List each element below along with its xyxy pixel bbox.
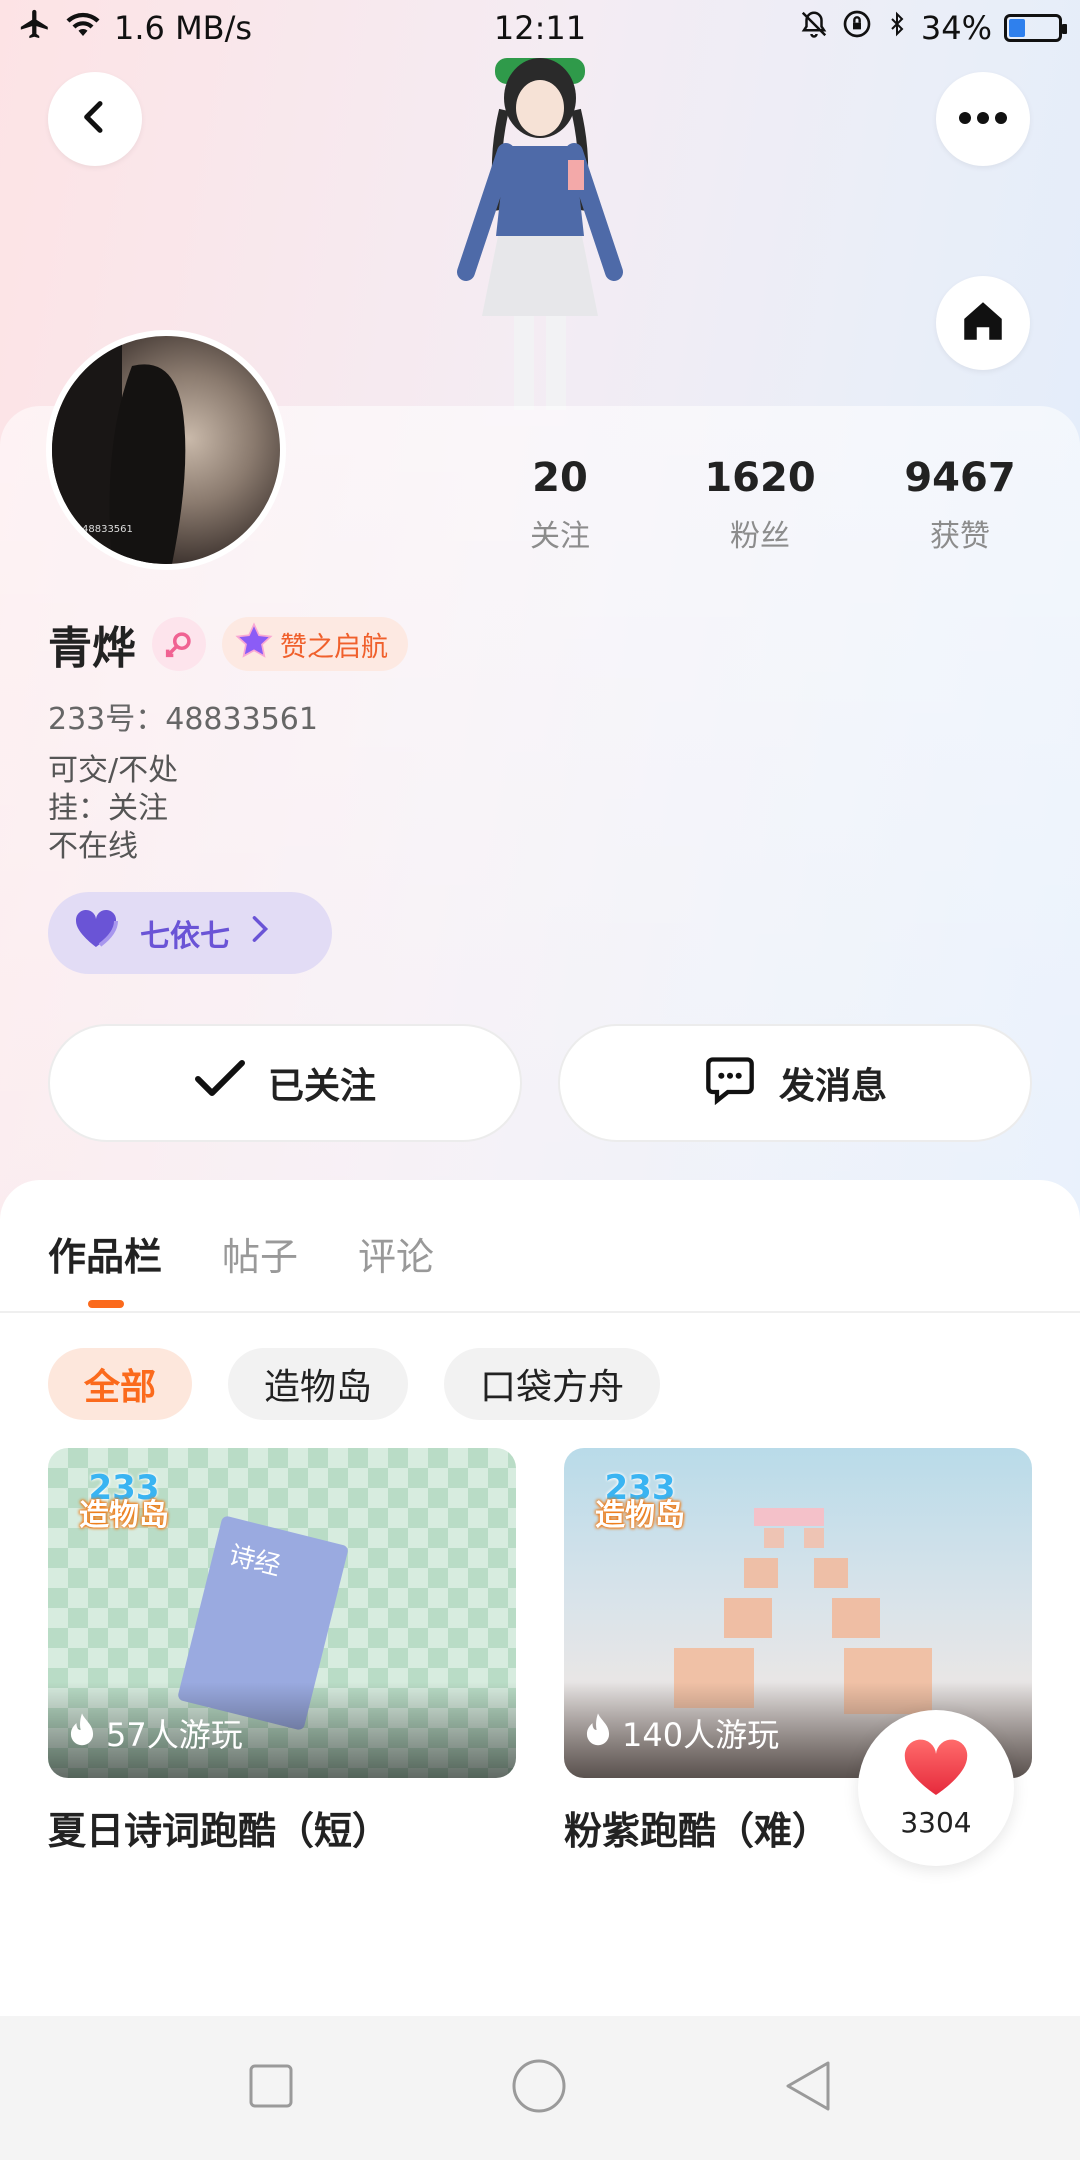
bio-line: 挂：关注 [48,791,168,826]
heart-icon [902,1738,970,1802]
chevron-right-icon [250,915,270,951]
back-button[interactable] [48,72,142,166]
bio: 可交/不处 挂：关注 不在线 [48,752,178,866]
tab-works[interactable]: 作品栏 [48,1226,162,1281]
female-icon [152,617,206,671]
badge-label: 赞之启航 [280,631,388,663]
profile-stats: 20 关注 1620 粉丝 9467 获赞 [470,455,1050,555]
stat-likes-value: 9467 [904,455,1016,501]
filter-all[interactable]: 全部 [48,1348,193,1420]
wifi-icon [64,9,102,47]
logo-bottom-text: 造物岛 [595,1498,685,1533]
active-tab-indicator [88,1300,124,1308]
mute-bell-icon [799,8,829,48]
tabs-divider [0,1311,1080,1313]
cp-relation-button[interactable]: 七依七 [48,892,332,974]
network-speed: 1.6 MB/s [114,9,253,47]
chat-bubble-icon [703,1053,757,1114]
clock: 12:11 [493,9,587,47]
avatar[interactable]: 48833561 [46,330,286,570]
cp-name: 七依七 [140,919,230,954]
filter-chips: 全部 造物岛 口袋方舟 [48,1348,661,1420]
flame-icon [68,1712,96,1756]
battery-icon [1004,14,1067,42]
works-section: 作品栏 帖子 评论 全部 造物岛 口袋方舟 诗经 233 造物岛 57人游玩 夏… [0,1180,1080,2016]
star-icon [234,621,274,668]
heart-icon [72,909,120,957]
stat-fans[interactable]: 1620 粉丝 [670,455,850,555]
rotation-lock-icon [841,8,873,48]
follow-button[interactable]: 已关注 [48,1024,522,1142]
status-bar: 1.6 MB/s 12:11 34% [0,0,1080,56]
like-button[interactable]: 3304 [858,1710,1014,1866]
zaowudao-logo: 233 造物岛 [76,1471,172,1540]
more-button[interactable] [936,72,1030,166]
home-icon [957,296,1009,350]
logo-bottom-text: 造物岛 [79,1498,169,1533]
stat-following[interactable]: 20 关注 [470,455,650,555]
bio-line: 可交/不处 [48,753,179,788]
tab-comments[interactable]: 评论 [358,1226,434,1281]
name-row: 青烨 赞之启航 [48,612,408,676]
zaowudao-logo: 233 造物岛 [592,1471,688,1540]
filter-koudaifangzhou[interactable]: 口袋方舟 [444,1348,661,1420]
play-count-text: 140人游玩 [622,1716,780,1754]
user-name: 青烨 [48,623,136,674]
like-count: 3304 [900,1805,972,1839]
user-id: 233号：48833561 [48,702,318,737]
book-text: 诗经 [225,1540,284,1583]
stat-likes-label: 获赞 [930,519,990,554]
achievement-badge[interactable]: 赞之启航 [222,617,408,671]
bio-line: 不在线 [48,829,138,864]
tab-posts[interactable]: 帖子 [222,1226,298,1281]
avatar-watermark: 48833561 [82,524,133,535]
bluetooth-icon [885,8,909,48]
battery-percent: 34% [920,9,992,47]
system-navigation-bar [0,2016,1080,2160]
home-button[interactable] [936,276,1030,370]
content-tabs: 作品栏 帖子 评论 [48,1226,434,1281]
more-dots-icon [957,110,1009,129]
message-label: 发消息 [778,1066,887,1107]
home-nav-button[interactable] [511,2058,567,2118]
message-button[interactable]: 发消息 [558,1024,1032,1142]
stat-fans-label: 粉丝 [730,519,790,554]
back-nav-button[interactable] [784,2060,832,2116]
stat-fans-value: 1620 [704,455,816,501]
filter-zaowudao[interactable]: 造物岛 [228,1348,409,1420]
stat-following-label: 关注 [530,519,590,554]
work-card[interactable]: 诗经 233 造物岛 57人游玩 夏日诗词跑酷（短） [48,1448,516,1855]
stat-likes[interactable]: 9467 获赞 [870,455,1050,555]
flame-icon [584,1712,612,1756]
character-model-image [420,50,660,410]
work-title: 夏日诗词跑酷（短） [48,1809,391,1853]
play-count: 57人游玩 [48,1682,516,1778]
follow-label: 已关注 [267,1066,376,1107]
recent-apps-button[interactable] [248,2063,294,2113]
play-count-text: 57人游玩 [106,1716,243,1754]
airplane-icon [18,7,52,49]
check-icon [194,1059,246,1108]
stat-following-value: 20 [532,455,588,501]
work-thumbnail[interactable]: 诗经 233 造物岛 57人游玩 [48,1448,516,1778]
chevron-left-icon [75,97,115,141]
